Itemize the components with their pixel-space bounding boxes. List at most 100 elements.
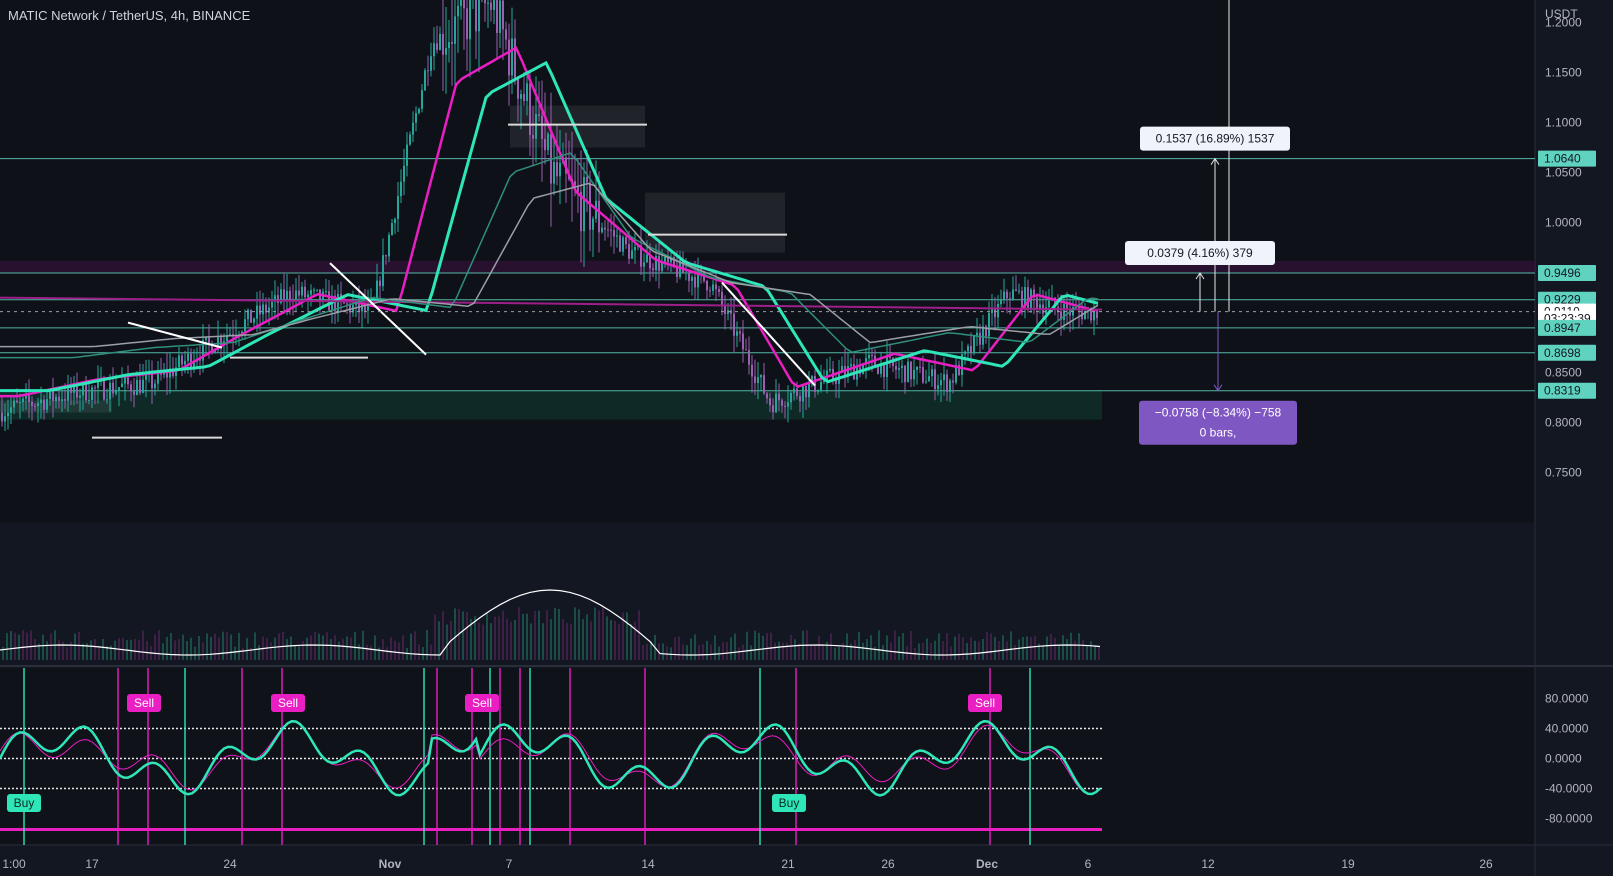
candle-body <box>391 223 393 235</box>
signal-label: Buy <box>779 796 800 810</box>
time-tick-label: 1:00 <box>2 857 26 871</box>
volume-bar <box>578 609 580 660</box>
oscillator-tick-label: 0.0000 <box>1545 752 1582 766</box>
volume-bar <box>498 616 500 660</box>
volume-bar <box>538 610 540 660</box>
volume-bar <box>14 632 16 660</box>
candle-body <box>889 356 891 358</box>
price-tick-label: 1.1500 <box>1545 66 1582 80</box>
volume-bar <box>826 641 828 660</box>
volume-bar <box>866 639 868 660</box>
volume-bar <box>130 639 132 660</box>
volume-bar <box>702 644 704 660</box>
volume-bar <box>102 639 104 660</box>
volume-bar <box>2 646 4 660</box>
volume-bar <box>346 636 348 660</box>
candle-body <box>934 369 936 390</box>
volume-bar <box>286 639 288 660</box>
candle-body <box>1009 298 1011 300</box>
candle-body <box>505 29 507 40</box>
volume-bar <box>598 610 600 660</box>
resistance-zone <box>0 260 1535 273</box>
volume-bar <box>586 614 588 660</box>
volume-bar <box>162 643 164 660</box>
candle-body <box>1006 291 1008 299</box>
volume-bar <box>706 640 708 660</box>
time-tick-label: 12 <box>1201 857 1215 871</box>
candle-body <box>829 368 831 371</box>
volume-bar <box>234 646 236 660</box>
time-tick-label: 26 <box>881 857 895 871</box>
candle-body <box>376 280 378 300</box>
volume-bar <box>502 610 504 660</box>
candle-body <box>904 365 906 383</box>
volume-bar <box>922 643 924 660</box>
volume-bar <box>610 620 612 660</box>
candle-body <box>613 229 615 237</box>
signal-label: Sell <box>134 696 154 710</box>
volume-bar <box>478 622 480 660</box>
volume-bar <box>230 634 232 660</box>
volume-bar <box>562 619 564 660</box>
candle-body <box>976 332 978 336</box>
candle-body <box>739 331 741 334</box>
candle-body <box>448 41 450 49</box>
candle-body <box>634 247 636 251</box>
candle-body <box>784 405 786 407</box>
candle-body <box>451 41 453 44</box>
volume-bar <box>158 630 160 660</box>
candle-body <box>397 196 399 220</box>
volume-bar <box>526 613 528 660</box>
candle-body <box>526 83 528 101</box>
candle-body <box>394 219 396 224</box>
volume-bar <box>486 613 488 660</box>
candle-body <box>490 2 492 10</box>
candle-body <box>850 364 852 367</box>
volume-bar <box>698 644 700 660</box>
candle-body <box>13 400 15 408</box>
candle-body <box>121 383 123 388</box>
candle-body <box>460 0 462 6</box>
candle-body <box>124 377 126 384</box>
candle-body <box>502 0 504 30</box>
price-badge-text: 1.0640 <box>1544 152 1581 166</box>
volume-bar <box>462 611 464 660</box>
volume-bar <box>830 633 832 660</box>
volume-bar <box>490 623 492 660</box>
candle-body <box>970 346 972 353</box>
candle-body <box>88 399 90 401</box>
candle-body <box>388 234 390 257</box>
volume-bar <box>594 607 596 660</box>
oscillator-tick-label: 80.0000 <box>1545 692 1589 706</box>
volume-bar <box>446 624 448 660</box>
oscillator-tick-label: -40.0000 <box>1545 782 1593 796</box>
chart-title: MATIC Network / TetherUS, 4h, BINANCE <box>8 8 251 23</box>
candle-body <box>289 290 291 301</box>
candle-body <box>442 33 444 55</box>
volume-bar <box>530 623 532 660</box>
trading-chart[interactable]: 0.3602 (39.51%) 36020.1537 (16.89%) 1537… <box>0 0 1613 876</box>
candle-body <box>544 138 546 151</box>
volume-bar <box>454 608 456 660</box>
candle-body <box>283 289 285 302</box>
volume-bar <box>294 645 296 660</box>
candle-body <box>748 349 750 365</box>
candle-body <box>112 382 114 394</box>
candle-body <box>787 402 789 407</box>
volume-bar <box>50 633 52 660</box>
measure-label-text: −0.0758 (−8.34%) −758 <box>1155 406 1282 420</box>
candle-body <box>403 165 405 182</box>
volume-bar <box>370 645 372 660</box>
volume-bar <box>746 631 748 660</box>
candle-body <box>910 361 912 380</box>
volume-bar <box>634 621 636 660</box>
candle-body <box>385 255 387 257</box>
volume-bar <box>782 642 784 660</box>
candle-body <box>778 393 780 401</box>
measure-sublabel-text: 0 bars, <box>1200 426 1237 440</box>
candle-body <box>727 310 729 314</box>
volume-bar <box>950 646 952 660</box>
candle-body <box>253 318 255 323</box>
volume-bar <box>1086 645 1088 660</box>
candle-body <box>769 398 771 406</box>
